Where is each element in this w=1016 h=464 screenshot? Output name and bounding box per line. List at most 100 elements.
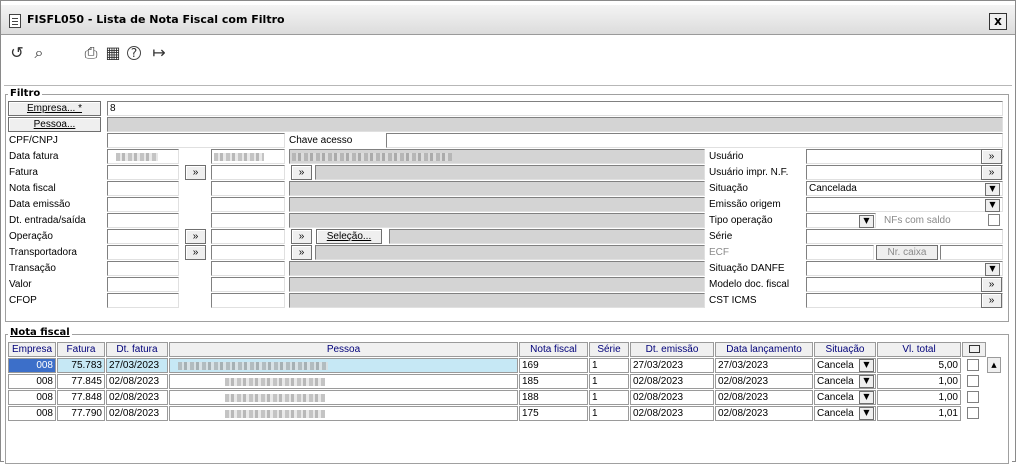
situacao-danfe-select[interactable] xyxy=(806,261,1003,276)
emissao-origem-dropdown-icon[interactable]: ▼ xyxy=(985,199,1000,212)
cfop-to[interactable] xyxy=(211,293,285,308)
transportadora-arrow-button[interactable]: » xyxy=(185,245,206,260)
undo-icon[interactable]: ↺ xyxy=(7,43,27,63)
data-emissao-from[interactable] xyxy=(107,197,179,212)
transportadora-field[interactable] xyxy=(107,245,179,260)
usuario-impr-arrow-button[interactable]: » xyxy=(981,165,1002,180)
cell-dt-fatura[interactable]: 02/08/2023 xyxy=(106,374,168,389)
modelo-doc-field[interactable] xyxy=(806,277,1003,292)
cell-nota-fiscal[interactable]: 185 xyxy=(519,374,588,389)
chave-acesso-field[interactable] xyxy=(386,133,1003,148)
situacao-danfe-dropdown-icon[interactable]: ▼ xyxy=(985,263,1000,276)
empresa-field[interactable]: 8 xyxy=(107,101,1003,116)
col-serie[interactable]: Série xyxy=(589,342,629,357)
cell-dt-emissao[interactable]: 02/08/2023 xyxy=(630,374,714,389)
cell-pessoa[interactable] xyxy=(169,390,518,405)
col-nota-fiscal[interactable]: Nota fiscal xyxy=(519,342,588,357)
col-fatura[interactable]: Fatura xyxy=(57,342,105,357)
cell-fatura[interactable]: 77.790 xyxy=(57,406,105,421)
cell-dt-fatura[interactable]: 02/08/2023 xyxy=(106,406,168,421)
cell-nota-fiscal[interactable]: 188 xyxy=(519,390,588,405)
situacao-dropdown-icon[interactable]: ▼ xyxy=(859,391,874,404)
scroll-up-icon[interactable]: ▲ xyxy=(987,357,1001,373)
cell-dt-emissao[interactable]: 02/08/2023 xyxy=(630,406,714,421)
row-checkbox[interactable] xyxy=(967,375,979,387)
nota-fiscal-to[interactable] xyxy=(211,181,285,196)
cfop-from[interactable] xyxy=(107,293,179,308)
modelo-doc-arrow-button[interactable]: » xyxy=(981,277,1002,292)
nfs-com-saldo-checkbox[interactable] xyxy=(988,214,1000,226)
search-icon[interactable]: ⌕ xyxy=(29,43,49,63)
usuario-arrow-button[interactable]: » xyxy=(981,149,1002,164)
cell-pessoa[interactable] xyxy=(169,374,518,389)
transportadora-to-field[interactable] xyxy=(211,245,285,260)
valor-from[interactable] xyxy=(107,277,179,292)
cell-dt-fatura[interactable]: 02/08/2023 xyxy=(106,390,168,405)
col-situacao[interactable]: Situação xyxy=(814,342,876,357)
cell-pessoa[interactable] xyxy=(169,406,518,421)
transportadora-desc-arrow-button[interactable]: » xyxy=(291,245,312,260)
cell-dt-emissao[interactable]: 27/03/2023 xyxy=(630,358,714,373)
cell-dt-fatura[interactable]: 27/03/2023 xyxy=(106,358,168,373)
fatura-to-field[interactable] xyxy=(211,165,285,180)
transacao-to[interactable] xyxy=(211,261,285,276)
cell-vl-total[interactable]: 1,01 xyxy=(877,406,961,421)
situacao-dropdown-icon[interactable]: ▼ xyxy=(859,375,874,388)
operacao-to-field[interactable] xyxy=(211,229,285,244)
row-checkbox[interactable] xyxy=(967,359,979,371)
row-checkbox[interactable] xyxy=(967,407,979,419)
col-data-lancamento[interactable]: Data lançamento xyxy=(715,342,813,357)
cell-empresa[interactable]: 008 xyxy=(8,358,56,373)
col-empresa[interactable]: Empresa xyxy=(8,342,56,357)
fatura-desc-arrow-button[interactable]: » xyxy=(291,165,312,180)
transacao-from[interactable] xyxy=(107,261,179,276)
situacao-dropdown-icon[interactable]: ▼ xyxy=(859,407,874,420)
situacao-dropdown-icon[interactable]: ▼ xyxy=(985,183,1000,196)
empresa-button[interactable]: Empresa... * xyxy=(8,101,101,116)
serie-field[interactable] xyxy=(806,229,1003,244)
cell-data-lancamento[interactable]: 02/08/2023 xyxy=(715,374,813,389)
cell-serie[interactable]: 1 xyxy=(589,374,629,389)
cell-empresa[interactable]: 008 xyxy=(8,390,56,405)
cell-empresa[interactable]: 008 xyxy=(8,374,56,389)
close-button[interactable]: x xyxy=(989,13,1007,30)
nota-fiscal-from[interactable] xyxy=(107,181,179,196)
pessoa-button[interactable]: Pessoa... xyxy=(8,117,101,132)
select-all-checkbox[interactable] xyxy=(962,342,986,357)
cell-data-lancamento[interactable]: 02/08/2023 xyxy=(715,390,813,405)
cell-serie[interactable]: 1 xyxy=(589,358,629,373)
cell-vl-total[interactable]: 1,00 xyxy=(877,374,961,389)
fatura-arrow-button[interactable]: » xyxy=(185,165,206,180)
cst-icms-field[interactable] xyxy=(806,293,1003,308)
cell-fatura[interactable]: 77.845 xyxy=(57,374,105,389)
col-pessoa[interactable]: Pessoa xyxy=(169,342,518,357)
cell-fatura[interactable]: 75.783 xyxy=(57,358,105,373)
cell-vl-total[interactable]: 1,00 xyxy=(877,390,961,405)
cell-pessoa[interactable] xyxy=(169,358,518,373)
cell-nota-fiscal[interactable]: 175 xyxy=(519,406,588,421)
dt-entrada-saida-from[interactable] xyxy=(107,213,179,228)
cell-serie[interactable]: 1 xyxy=(589,390,629,405)
situacao-select[interactable]: Cancelada xyxy=(806,181,1003,196)
cell-data-lancamento[interactable]: 02/08/2023 xyxy=(715,406,813,421)
usuario-impr-field[interactable] xyxy=(806,165,1003,180)
cell-nota-fiscal[interactable]: 169 xyxy=(519,358,588,373)
help-icon[interactable]: ? xyxy=(127,46,141,60)
cpf-cnpj-field[interactable] xyxy=(107,133,285,148)
emissao-origem-select[interactable] xyxy=(806,197,1003,212)
nr-caixa-field[interactable] xyxy=(940,245,1003,260)
col-dt-fatura[interactable]: Dt. fatura xyxy=(106,342,168,357)
usuario-field[interactable] xyxy=(806,149,1003,164)
dt-entrada-saida-to[interactable] xyxy=(211,213,285,228)
data-fatura-to[interactable] xyxy=(211,149,285,164)
cell-data-lancamento[interactable]: 27/03/2023 xyxy=(715,358,813,373)
row-checkbox[interactable] xyxy=(967,391,979,403)
exit-icon[interactable]: ↦ xyxy=(149,43,169,63)
cell-empresa[interactable]: 008 xyxy=(8,406,56,421)
operacao-field[interactable] xyxy=(107,229,179,244)
ecf-field[interactable] xyxy=(806,245,874,260)
selecao-button[interactable]: Seleção... xyxy=(316,229,382,244)
col-dt-emissao[interactable]: Dt. emissão xyxy=(630,342,714,357)
data-emissao-to[interactable] xyxy=(211,197,285,212)
data-fatura-from[interactable] xyxy=(107,149,179,164)
